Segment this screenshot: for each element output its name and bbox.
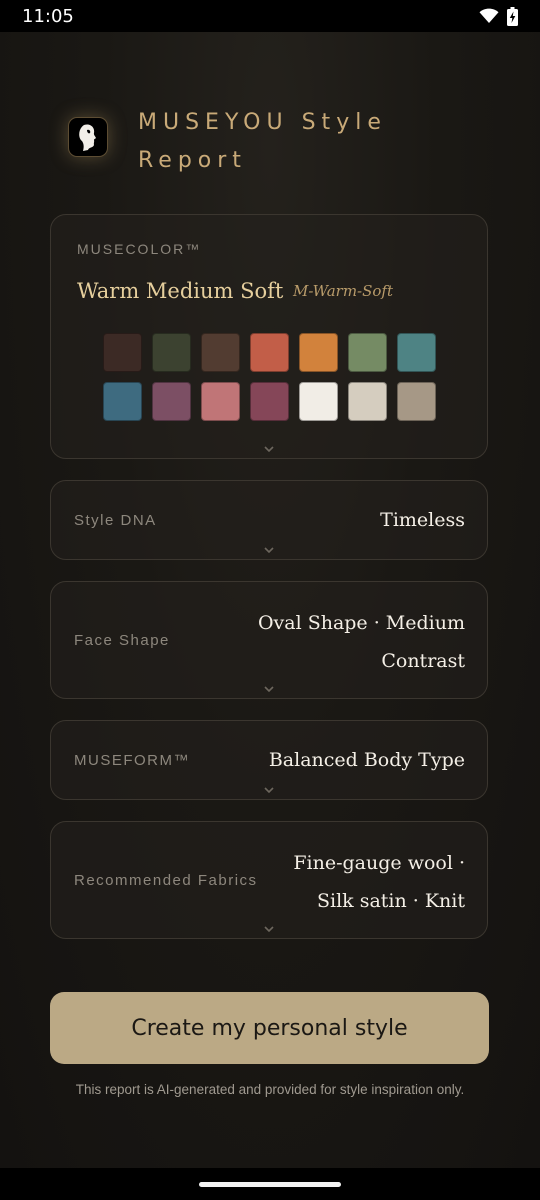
wifi-icon xyxy=(479,8,499,23)
museform-value: Balanced Body Type xyxy=(268,749,465,771)
home-gesture-handle[interactable] xyxy=(199,1182,341,1187)
musecolor-label: MUSECOLOR™ xyxy=(77,241,202,257)
fabrics-card[interactable]: Recommended Fabrics Fine-gauge wool · Si… xyxy=(50,821,488,939)
style-dna-card[interactable]: Style DNA Timeless xyxy=(50,480,488,560)
color-swatch xyxy=(152,382,191,421)
color-swatch xyxy=(152,333,191,372)
color-swatch xyxy=(103,382,142,421)
color-swatch xyxy=(397,382,436,421)
museform-label: MUSEFORM™ xyxy=(74,752,190,769)
color-swatch xyxy=(348,382,387,421)
chevron-down-icon[interactable] xyxy=(262,924,276,934)
navigation-bar xyxy=(0,1168,540,1200)
color-season-code: M-Warm-Soft xyxy=(293,282,394,300)
color-palette xyxy=(103,333,439,421)
app-logo xyxy=(68,117,108,157)
status-time: 11:05 xyxy=(22,5,74,27)
color-swatch xyxy=(299,333,338,372)
chevron-down-icon[interactable] xyxy=(262,684,276,694)
museform-card[interactable]: MUSEFORM™ Balanced Body Type xyxy=(50,720,488,800)
battery-charging-icon xyxy=(507,6,518,26)
musecolor-card[interactable]: MUSECOLOR™ Warm Medium Soft M-Warm-Soft xyxy=(50,214,488,459)
page-title: MUSEYOU Style Report xyxy=(138,110,387,173)
face-shape-card[interactable]: Face Shape Oval Shape · Medium Contrast xyxy=(50,581,488,699)
fabrics-value: Fine-gauge wool · Silk satin · Knit xyxy=(293,852,465,912)
color-swatch xyxy=(250,333,289,372)
color-swatch xyxy=(348,333,387,372)
fabrics-label: Recommended Fabrics xyxy=(74,872,258,889)
color-swatch xyxy=(201,333,240,372)
face-shape-label: Face Shape xyxy=(74,632,170,649)
color-swatch xyxy=(201,382,240,421)
style-dna-label: Style DNA xyxy=(74,512,157,529)
color-season-name: Warm Medium Soft xyxy=(77,279,284,303)
color-swatch xyxy=(299,382,338,421)
disclaimer-text: This report is AI-generated and provided… xyxy=(75,1082,465,1097)
chevron-down-icon[interactable] xyxy=(262,545,276,555)
chevron-down-icon[interactable] xyxy=(262,444,276,454)
style-dna-value: Timeless xyxy=(380,509,465,531)
color-swatch xyxy=(103,333,142,372)
color-swatch xyxy=(397,333,436,372)
status-bar: 11:05 xyxy=(0,0,540,32)
chevron-down-icon[interactable] xyxy=(262,785,276,795)
face-silhouette-icon xyxy=(79,124,96,151)
status-icons xyxy=(479,6,518,26)
report-header: MUSEYOU Style Report xyxy=(68,104,438,180)
create-style-button[interactable]: Create my personal style xyxy=(50,992,489,1064)
face-shape-value: Oval Shape · Medium Contrast xyxy=(257,612,465,672)
color-swatch xyxy=(250,382,289,421)
